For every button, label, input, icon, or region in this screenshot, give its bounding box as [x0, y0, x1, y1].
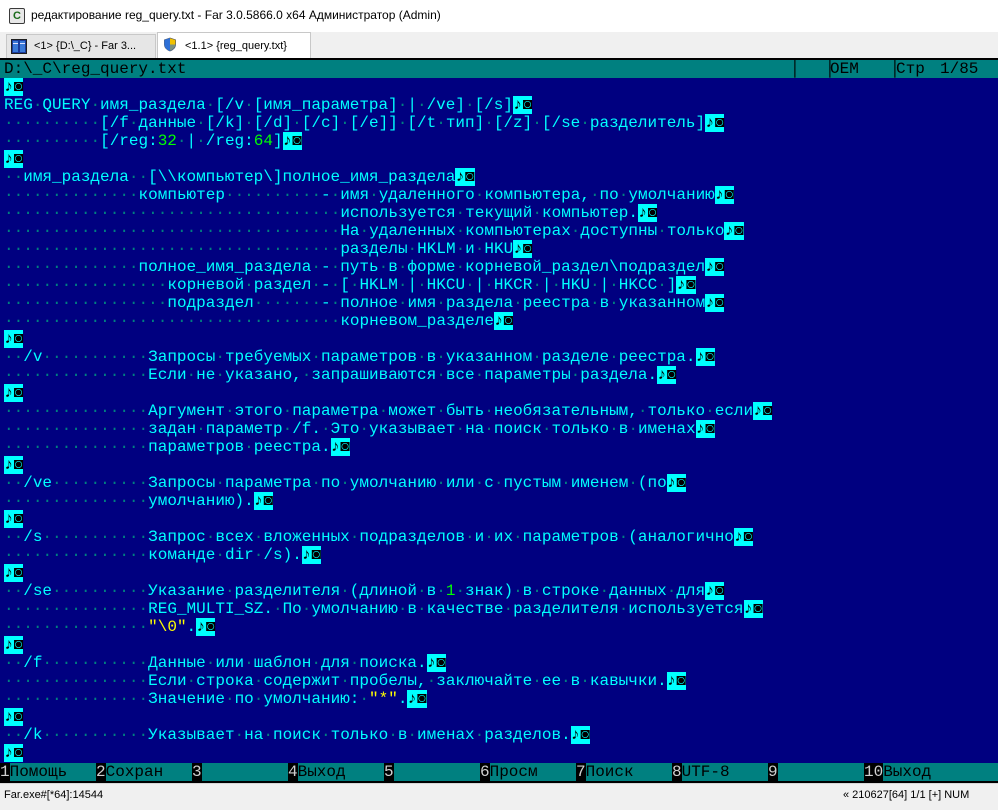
far-panels-icon	[11, 39, 27, 54]
status-divider: │	[825, 60, 835, 78]
shield-icon	[164, 37, 176, 52]
editor-line[interactable]: ♪◙	[4, 708, 998, 726]
fkey-f6-button[interactable]: Просм	[489, 763, 576, 781]
fkey-number: 1	[0, 763, 10, 781]
tab-strip: <1> {D:\_C} - Far 3... <1.1> {reg_query.…	[0, 32, 998, 58]
fkey-f1-button[interactable]: Помощь	[9, 763, 96, 781]
editor-line[interactable]: ··········[/reg:32·|·/reg:64]♪◙	[4, 132, 998, 150]
editor-line[interactable]: ···············Если·не·указано,·запрашив…	[4, 366, 998, 384]
editor-line[interactable]: ♪◙	[4, 744, 998, 762]
far-manager-icon[interactable]: C	[9, 8, 25, 24]
editor-line[interactable]: ···············Если·строка·содержит·проб…	[4, 672, 998, 690]
editor-line[interactable]: ···············"\0".♪◙	[4, 618, 998, 636]
editor-line[interactable]: ♪◙	[4, 78, 998, 96]
editor-line[interactable]: REG·QUERY·имя_раздела·[/v·[имя_параметра…	[4, 96, 998, 114]
process-info: Far.exe#[*64]:14544	[4, 789, 104, 801]
editor-line[interactable]: ··/v···········Запросы·требуемых·парамет…	[4, 348, 998, 366]
editor-line[interactable]: ♪◙	[4, 384, 998, 402]
fkey-number: 3	[192, 763, 202, 781]
editor-line[interactable]: ···································испол…	[4, 204, 998, 222]
status-divider: │	[790, 60, 800, 78]
fkey-f7-button[interactable]: Поиск	[585, 763, 672, 781]
editor-line[interactable]: ··/se··········Указание·разделителя·(дли…	[4, 582, 998, 600]
editor-line[interactable]: ···································разде…	[4, 240, 998, 258]
function-key-bar: 1 Помощь 2 Сохран 3 4 Выход 5 6 Просм 7 Поиск 8 UTF-8…	[0, 763, 998, 781]
editor-line[interactable]: ··············компьютер··········-·имя·у…	[4, 186, 998, 204]
fkey-number: 2	[96, 763, 106, 781]
editor-line[interactable]: ·················подраздел·······-·полно…	[4, 294, 998, 312]
tab-editor[interactable]: <1.1> {reg_query.txt}	[157, 32, 311, 58]
fkey-number: 10	[864, 763, 884, 781]
editor-line[interactable]: ··/s···········Запрос·всех·вложенных·под…	[4, 528, 998, 546]
editor-line[interactable]: ♪◙	[4, 150, 998, 168]
editor-line[interactable]: ♪◙	[4, 330, 998, 348]
editor-line[interactable]: ···············умолчанию).♪◙	[4, 492, 998, 510]
editor-line[interactable]: ···············параметров·реестра.♪◙	[4, 438, 998, 456]
fkey-number: 7	[576, 763, 586, 781]
editor-line[interactable]: ··············полное_имя_раздела·-·путь·…	[4, 258, 998, 276]
editor-line[interactable]: ··/ve··········Запросы·параметра·по·умол…	[4, 474, 998, 492]
line-mode-label: Стр	[896, 60, 925, 78]
editor-line[interactable]: ·················корневой·раздел·-·[·HKL…	[4, 276, 998, 294]
editor-line[interactable]: ···············задан·параметр·/f.·Это·ук…	[4, 420, 998, 438]
fkey-f2-button[interactable]: Сохран	[105, 763, 192, 781]
editor-title-bar: D:\_C\reg_query.txt │ OEM │ │ Стр 1/85	[0, 60, 998, 78]
fkey-number: 5	[384, 763, 394, 781]
fkey-f9-button[interactable]	[777, 763, 864, 781]
window-title: редактирование reg_query.txt - Far 3.0.5…	[31, 8, 441, 22]
editor-line[interactable]: ··········[/f·данные·[/k]·[/d]·[/c]·[/e]…	[4, 114, 998, 132]
editor-line[interactable]: ···············Аргумент·этого·параметра·…	[4, 402, 998, 420]
editor-line[interactable]: ···············Значение·по·умолчанию:·"*…	[4, 690, 998, 708]
fkey-number: 4	[288, 763, 298, 781]
fkey-f4-button[interactable]: Выход	[297, 763, 384, 781]
editor-line[interactable]: ···············команде·dir·/s).♪◙	[4, 546, 998, 564]
editor-line[interactable]: ··имя_раздела··[\\компьютер\]полное_имя_…	[4, 168, 998, 186]
fkey-f10-button[interactable]: Выход	[883, 763, 998, 781]
editor-line[interactable]: ···············REG_MULTI_SZ.·По·умолчани…	[4, 600, 998, 618]
editor-line[interactable]: ···································корне…	[4, 312, 998, 330]
editor-line[interactable]: ♪◙	[4, 510, 998, 528]
far-console: D:\_C\reg_query.txt │ OEM │ │ Стр 1/85 ♪…	[0, 58, 998, 783]
editor-line[interactable]: ♪◙	[4, 456, 998, 474]
editor-line[interactable]: ··/k···········Указывает·на·поиск·только…	[4, 726, 998, 744]
fkey-number: 6	[480, 763, 490, 781]
tab-panels-label: <1> {D:\_C} - Far 3...	[34, 40, 137, 52]
fkey-f5-button[interactable]	[393, 763, 480, 781]
fkey-number: 9	[768, 763, 778, 781]
editor-line[interactable]: ···································На·уд…	[4, 222, 998, 240]
line-position: 1/85	[940, 60, 979, 78]
fkey-number: 8	[672, 763, 682, 781]
editor-text-area[interactable]: ♪◙ REG·QUERY·имя_раздела·[/v·[имя_парамет…	[0, 78, 998, 765]
tab-panels[interactable]: <1> {D:\_C} - Far 3...	[6, 34, 156, 58]
tab-editor-label: <1.1> {reg_query.txt}	[185, 40, 287, 52]
status-bar: Far.exe#[*64]:14544 « 210627[64] 1/1 [+]…	[0, 783, 998, 810]
console-info: « 210627[64] 1/1 [+] NUM	[843, 789, 970, 801]
editor-line[interactable]: ♪◙	[4, 636, 998, 654]
editor-line[interactable]: ♪◙	[4, 564, 998, 582]
title-bar: C редактирование reg_query.txt - Far 3.0…	[0, 0, 998, 32]
fkey-f8-button[interactable]: UTF-8	[681, 763, 768, 781]
editor-line[interactable]: ··/f···········Данные·или·шаблон·для·пои…	[4, 654, 998, 672]
file-path: D:\_C\reg_query.txt	[4, 60, 187, 78]
fkey-f3-button[interactable]	[201, 763, 288, 781]
